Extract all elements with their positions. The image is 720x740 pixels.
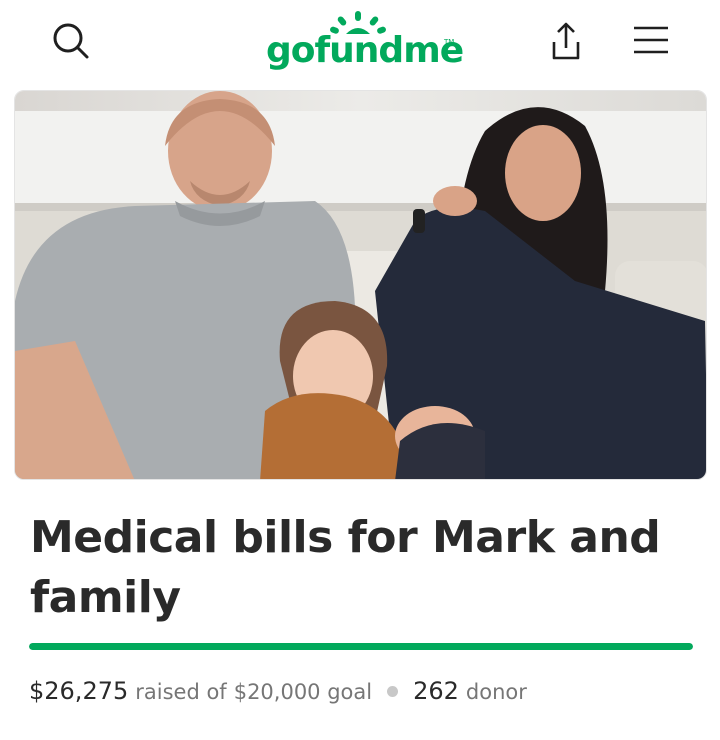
hamburger-menu-icon	[634, 26, 668, 54]
donor-count: 262	[413, 677, 459, 705]
campaign-title: Medical bills for Mark and family	[30, 512, 661, 623]
raised-of-label: raised of	[135, 680, 227, 704]
search-button[interactable]	[50, 20, 90, 60]
separator-dot	[387, 686, 399, 697]
progress-bar-fill	[29, 643, 693, 650]
campaign-hero-image[interactable]	[14, 90, 707, 480]
fundraising-progress-bar	[29, 643, 693, 650]
search-icon	[53, 23, 89, 59]
donor-label: donor	[465, 680, 527, 704]
top-header: gofundme TM	[0, 0, 720, 88]
gofundme-logo[interactable]: gofundme TM	[266, 10, 464, 76]
menu-button[interactable]	[630, 22, 672, 58]
share-button[interactable]	[546, 20, 586, 62]
logo-text: gofundme	[266, 30, 464, 71]
goal-amount: $20,000 goal	[233, 680, 373, 704]
share-icon	[552, 22, 580, 60]
fundraising-stats: $26,275 raised of $20,000 goal 262 donor	[29, 674, 527, 710]
trademark-mark: TM	[444, 38, 455, 46]
family-photo	[15, 91, 706, 479]
amount-raised: $26,275	[29, 677, 129, 705]
